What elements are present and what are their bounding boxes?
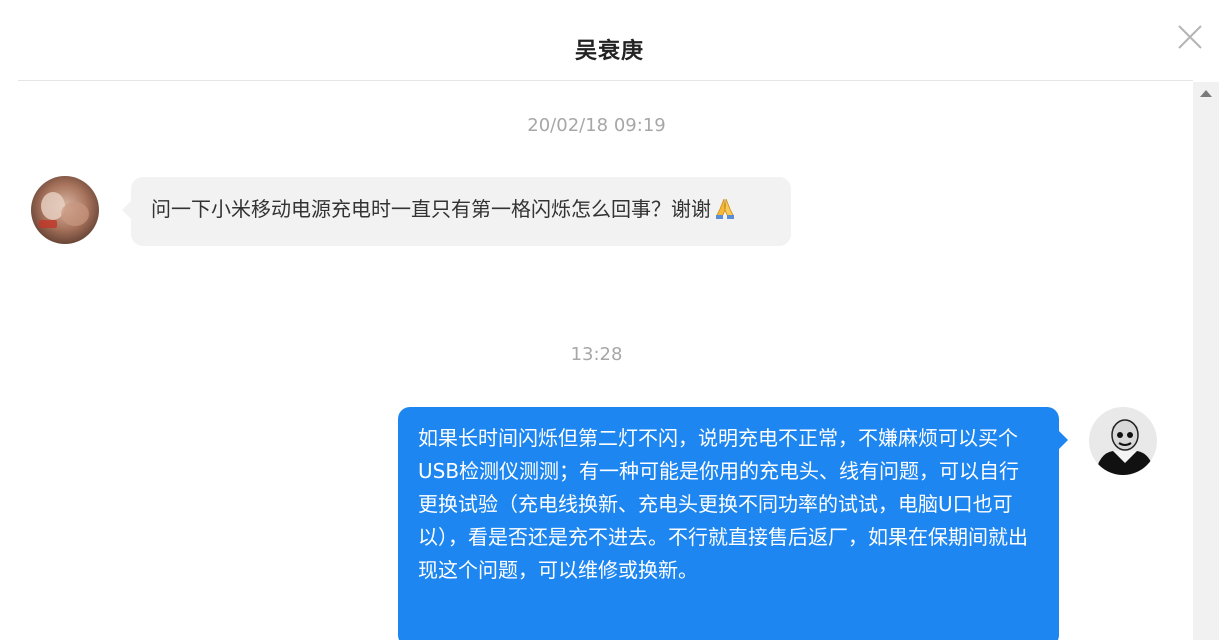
header-divider bbox=[18, 80, 1193, 81]
scroll-up-arrow-icon[interactable] bbox=[1200, 90, 1212, 97]
message-text: 问一下小米移动电源充电时一直只有第一格闪烁怎么回事？谢谢 bbox=[151, 197, 711, 221]
outgoing-message-bubble[interactable]: 如果长时间闪烁但第二灯不闪，说明充电不正常，不嫌麻烦可以买个USB检测仪测测；有… bbox=[398, 407, 1068, 640]
scrollbar[interactable] bbox=[1193, 82, 1219, 640]
incoming-message-bubble[interactable]: 问一下小米移动电源充电时一直只有第一格闪烁怎么回事？谢谢 bbox=[122, 177, 791, 246]
folded-hands-icon bbox=[713, 196, 737, 230]
chat-title: 吴衰庚 bbox=[574, 39, 644, 64]
close-button[interactable] bbox=[1175, 22, 1205, 52]
close-icon bbox=[1178, 25, 1202, 49]
message-text: 如果长时间闪烁但第二灯不闪，说明充电不正常，不嫌麻烦可以买个USB检测仪测测；有… bbox=[418, 426, 1028, 582]
sender-avatar[interactable] bbox=[31, 176, 99, 244]
message-list[interactable]: 20/02/18 09:19 问一下小米移动电源充电时一直只有第一格闪烁怎么回事… bbox=[0, 82, 1193, 640]
chat-header: 吴衰庚 bbox=[0, 0, 1219, 82]
message-timestamp: 13:28 bbox=[570, 344, 623, 365]
user-avatar[interactable] bbox=[1089, 407, 1157, 475]
message-timestamp: 20/02/18 09:19 bbox=[527, 115, 666, 136]
